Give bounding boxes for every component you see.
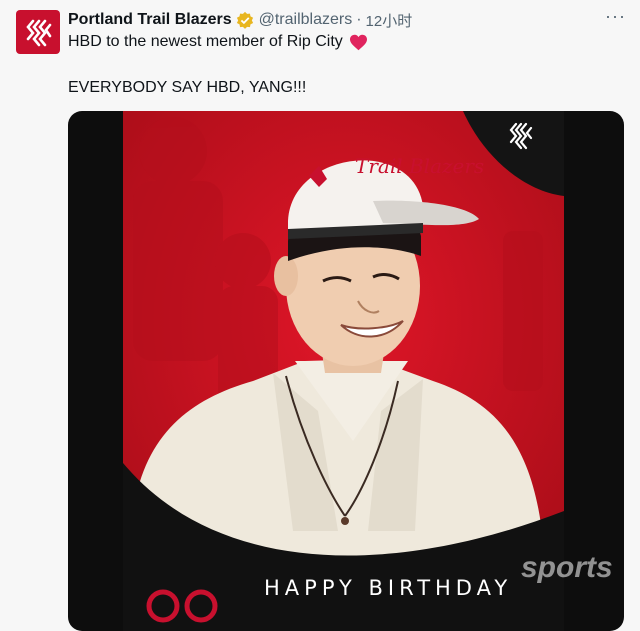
handle[interactable]: @trailblazers bbox=[259, 11, 353, 29]
poster-artwork: Trail Blazers bbox=[123, 111, 564, 631]
tweet-header: Portland Trail Blazers @trailblazers · 1… bbox=[68, 9, 628, 31]
trail-blazers-logo-icon bbox=[26, 19, 52, 47]
tweet-text-line-2: EVERYBODY SAY HBD, YANG!!! bbox=[68, 79, 307, 96]
timestamp[interactable]: 12小时 bbox=[366, 10, 413, 31]
sports-watermark: sports bbox=[521, 551, 613, 584]
birthday-poster: Trail Blazers HAPPY BIRTHDAY bbox=[123, 111, 564, 631]
tweet-text-line-1: HBD to the newest member of Rip City bbox=[68, 33, 368, 51]
avatar[interactable] bbox=[16, 10, 60, 54]
cap-text: Trail Blazers bbox=[355, 154, 484, 178]
tweet-text: HBD to the newest member of Rip City bbox=[68, 33, 343, 50]
display-name[interactable]: Portland Trail Blazers bbox=[68, 11, 232, 29]
verified-badge-icon[interactable] bbox=[236, 11, 254, 29]
more-options-icon[interactable]: ··· bbox=[605, 6, 626, 27]
separator-dot: · bbox=[356, 11, 362, 28]
red-heart-icon bbox=[349, 34, 367, 50]
happy-birthday-caption: HAPPY BIRTHDAY bbox=[264, 576, 513, 600]
